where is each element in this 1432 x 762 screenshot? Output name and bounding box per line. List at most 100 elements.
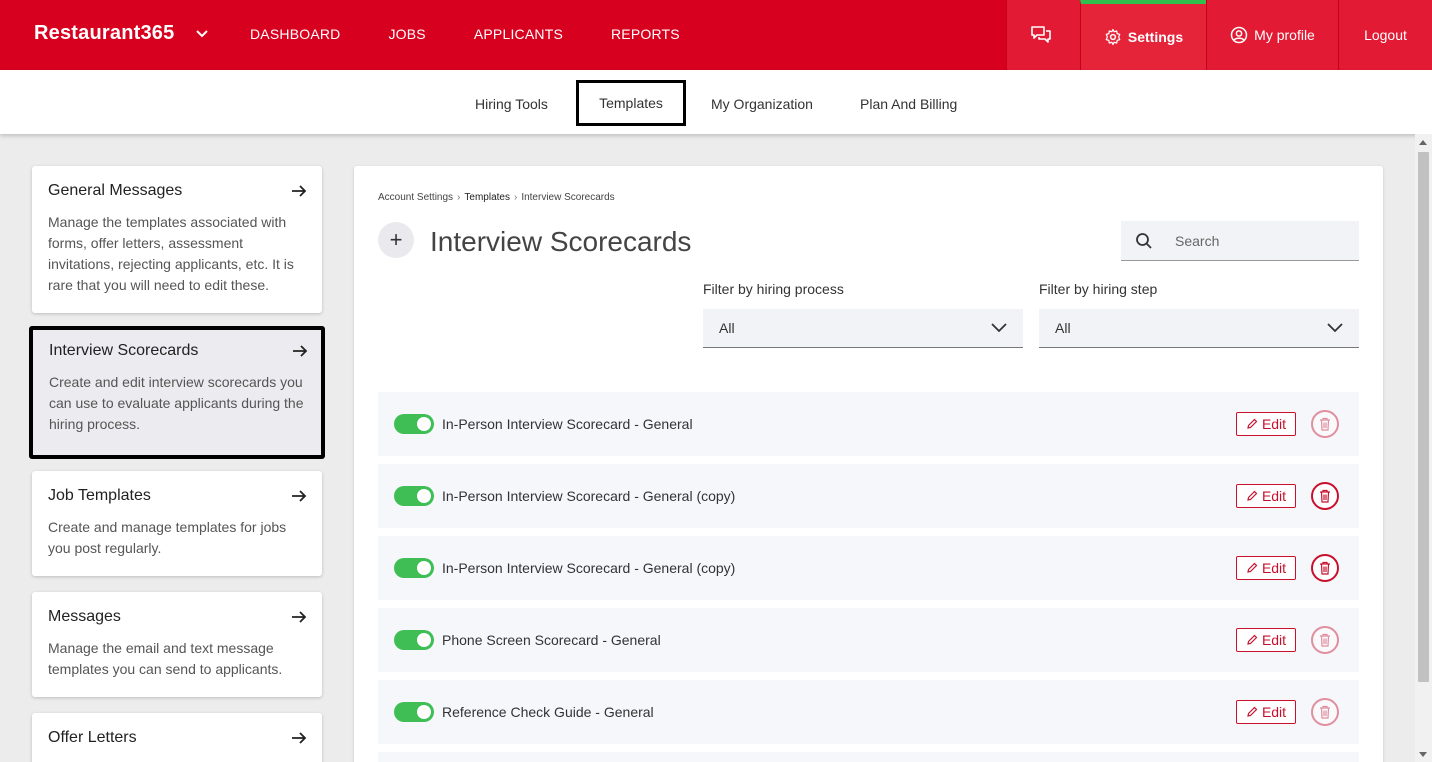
scorecard-name: In-Person Interview Scorecard - General bbox=[442, 416, 693, 432]
trash-icon bbox=[1320, 489, 1330, 503]
scroll-up-arrow[interactable] bbox=[1419, 140, 1427, 145]
table-row: In-Person Interview Scorecard - General … bbox=[378, 536, 1359, 600]
card-description: Manage the templates associated with for… bbox=[48, 214, 294, 293]
trash-icon bbox=[1320, 633, 1330, 647]
table-row: Phone Screen Scorecard - General Edit bbox=[378, 608, 1359, 672]
delete-button[interactable] bbox=[1311, 482, 1339, 510]
sidebar-item-general-messages[interactable]: General Messages Manage the templates as… bbox=[32, 166, 322, 313]
arrow-right-icon bbox=[292, 185, 307, 197]
sidebar-item-offer-letters[interactable]: Offer Letters bbox=[32, 713, 322, 762]
chat-icon bbox=[1030, 26, 1051, 43]
table-row: In-Person Interview Scorecard - General … bbox=[378, 392, 1359, 456]
chevron-down-icon bbox=[1327, 323, 1343, 333]
pencil-icon bbox=[1247, 418, 1258, 429]
sidebar-item-interview-scorecards[interactable]: Interview Scorecards Create and edit int… bbox=[29, 326, 325, 459]
edit-label: Edit bbox=[1261, 704, 1287, 720]
card-title: Interview Scorecards bbox=[49, 342, 199, 359]
scorecard-name: Reference Check Guide - General bbox=[442, 704, 654, 720]
search-icon bbox=[1136, 232, 1152, 249]
card-title: Offer Letters bbox=[48, 729, 137, 746]
enabled-toggle[interactable] bbox=[394, 630, 434, 650]
edit-button[interactable]: Edit bbox=[1236, 556, 1296, 580]
delete-button[interactable] bbox=[1311, 410, 1339, 438]
edit-label: Edit bbox=[1261, 560, 1287, 576]
filter-process-select[interactable]: All bbox=[703, 309, 1023, 348]
edit-button[interactable]: Edit bbox=[1236, 700, 1296, 724]
settings-button[interactable]: Settings bbox=[1080, 0, 1206, 70]
breadcrumb: Account Settings › Templates › Interview Sco… bbox=[378, 192, 615, 203]
arrow-right-icon bbox=[292, 490, 307, 502]
delete-button[interactable] bbox=[1311, 698, 1339, 726]
sidebar-item-job-templates[interactable]: Job Templates Create and manage template… bbox=[32, 471, 322, 576]
trash-icon bbox=[1320, 417, 1330, 431]
filter-process-label: Filter by hiring process bbox=[703, 281, 844, 297]
edit-button[interactable]: Edit bbox=[1236, 484, 1296, 508]
filter-step-value: All bbox=[1055, 320, 1071, 336]
tab-plan-and-billing[interactable]: Plan And Billing bbox=[860, 96, 957, 112]
card-title: General Messages bbox=[48, 182, 183, 199]
brand-logo[interactable]: Restaurant365 bbox=[34, 22, 210, 45]
tab-my-organization[interactable]: My Organization bbox=[711, 96, 813, 112]
nav-reports[interactable]: REPORTS bbox=[611, 26, 680, 42]
enabled-toggle[interactable] bbox=[394, 486, 434, 506]
table-row bbox=[378, 752, 1359, 762]
enabled-toggle[interactable] bbox=[394, 414, 434, 434]
edit-button[interactable]: Edit bbox=[1236, 628, 1296, 652]
nav-applicants[interactable]: APPLICANTS bbox=[474, 26, 563, 42]
plus-icon: + bbox=[389, 227, 403, 252]
card-title: Messages bbox=[48, 608, 121, 625]
table-row: In-Person Interview Scorecard - General … bbox=[378, 464, 1359, 528]
nav-jobs[interactable]: JOBS bbox=[388, 26, 425, 42]
scorecard-name: Phone Screen Scorecard - General bbox=[442, 632, 661, 648]
edit-button[interactable]: Edit bbox=[1236, 412, 1296, 436]
tab-templates[interactable]: Templates bbox=[576, 80, 686, 126]
filter-process-value: All bbox=[719, 320, 735, 336]
pencil-icon bbox=[1247, 706, 1258, 717]
user-circle-icon bbox=[1230, 26, 1248, 44]
gear-icon bbox=[1105, 28, 1121, 46]
sub-nav: Hiring Tools Templates My Organization P… bbox=[0, 70, 1432, 134]
tab-hiring-tools[interactable]: Hiring Tools bbox=[475, 96, 548, 112]
sidebar-item-messages[interactable]: Messages Manage the email and text messa… bbox=[32, 592, 322, 697]
delete-button[interactable] bbox=[1311, 626, 1339, 654]
logout-label: Logout bbox=[1364, 27, 1407, 43]
trash-icon bbox=[1320, 561, 1330, 575]
delete-button[interactable] bbox=[1311, 554, 1339, 582]
card-description: Manage the email and text message templa… bbox=[48, 640, 283, 677]
breadcrumb-templates[interactable]: Templates bbox=[464, 192, 510, 203]
arrow-right-icon bbox=[292, 732, 307, 744]
my-profile-button[interactable]: My profile bbox=[1206, 0, 1338, 70]
arrow-right-icon bbox=[292, 611, 307, 623]
enabled-toggle[interactable] bbox=[394, 558, 434, 578]
filter-step-label: Filter by hiring step bbox=[1039, 281, 1158, 297]
table-row: Reference Check Guide - General Edit bbox=[378, 680, 1359, 744]
page-scrollbar[interactable] bbox=[1415, 134, 1432, 762]
logout-button[interactable]: Logout bbox=[1338, 0, 1432, 70]
nav-dashboard[interactable]: DASHBOARD bbox=[250, 26, 340, 42]
profile-label: My profile bbox=[1254, 27, 1315, 43]
card-description: Create and edit interview scorecards you… bbox=[49, 374, 304, 432]
scorecard-name: In-Person Interview Scorecard - General … bbox=[442, 560, 736, 576]
page-title: Interview Scorecards bbox=[430, 226, 692, 257]
scroll-down-arrow[interactable] bbox=[1419, 752, 1427, 757]
chevron-down-icon[interactable] bbox=[194, 26, 210, 42]
main-panel: Account Settings › Templates › Interview Sco… bbox=[354, 166, 1383, 762]
arrow-right-icon bbox=[293, 345, 308, 357]
edit-label: Edit bbox=[1261, 416, 1287, 432]
scrollbar-thumb[interactable] bbox=[1418, 152, 1429, 682]
card-description: Create and manage templates for jobs you… bbox=[48, 519, 287, 556]
settings-label: Settings bbox=[1127, 29, 1184, 45]
filter-step-select[interactable]: All bbox=[1039, 309, 1359, 348]
search-input[interactable] bbox=[1175, 232, 1335, 249]
add-scorecard-button[interactable]: + bbox=[378, 222, 414, 258]
scorecard-name: In-Person Interview Scorecard - General … bbox=[442, 488, 736, 504]
trash-icon bbox=[1320, 705, 1330, 719]
pencil-icon bbox=[1247, 634, 1258, 645]
chevron-down-icon bbox=[991, 323, 1007, 333]
enabled-toggle[interactable] bbox=[394, 702, 434, 722]
top-nav: Restaurant365 DASHBOARD JOBS APPLICANTS … bbox=[0, 0, 1432, 70]
chat-button[interactable] bbox=[1006, 0, 1080, 70]
breadcrumb-account-settings[interactable]: Account Settings bbox=[378, 192, 453, 203]
search-box[interactable] bbox=[1121, 221, 1359, 261]
pencil-icon bbox=[1247, 490, 1258, 501]
